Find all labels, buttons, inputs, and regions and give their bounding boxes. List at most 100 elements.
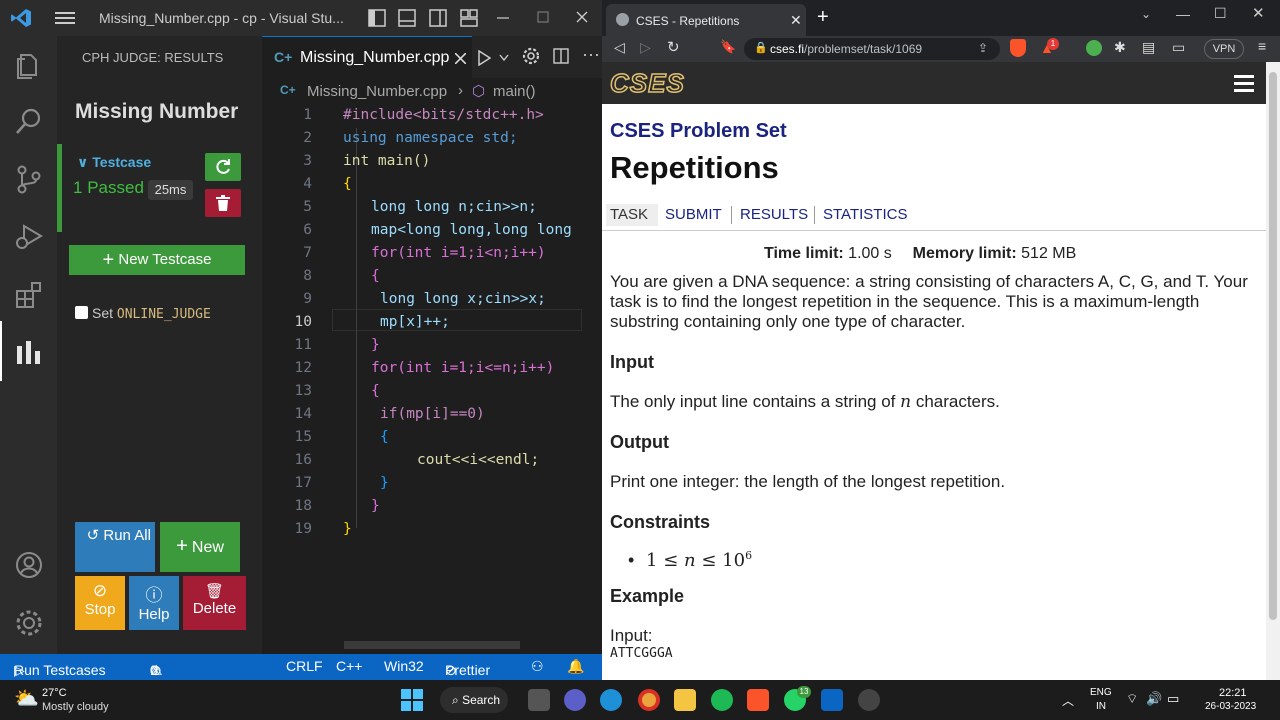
cpp-file-icon: C+ xyxy=(280,83,296,97)
chevron-down-icon[interactable] xyxy=(499,54,509,62)
reload-icon[interactable]: ↻ xyxy=(667,38,680,56)
problem-set-link[interactable]: CSES Problem Set xyxy=(610,120,787,143)
breadcrumb-symbol[interactable]: main() xyxy=(493,83,536,100)
new-testcase-button[interactable]: + New Testcase xyxy=(69,245,245,275)
tab-submit[interactable]: SUBMIT xyxy=(665,206,722,223)
obs-icon[interactable] xyxy=(858,689,880,711)
breadcrumb-file[interactable]: Missing_Number.cpp xyxy=(307,83,447,100)
browser-menu-icon[interactable]: ≡ xyxy=(1258,38,1266,54)
page-scrollbar[interactable] xyxy=(1266,62,1280,680)
cph-judge-icon[interactable] xyxy=(14,338,44,368)
browser-tab-cses[interactable]: CSES - Repetitions ✕ xyxy=(606,4,806,36)
extensions-icon[interactable] xyxy=(14,280,44,310)
constraint-lhs: 1 ≤ xyxy=(646,550,679,571)
new-tab-icon[interactable]: + xyxy=(817,6,829,29)
explorer-icon[interactable] xyxy=(14,50,44,80)
address-bar[interactable]: 🔒 cses.fi/problemset/task/1069 ⇪ xyxy=(744,38,1000,60)
menu-icon[interactable] xyxy=(55,11,75,25)
customize-layout-icon[interactable] xyxy=(460,9,478,27)
vscode-titlebar: Missing_Number.cpp - cp - Visual Stu... xyxy=(0,0,602,36)
accounts-icon[interactable] xyxy=(14,550,44,580)
tab-close-icon[interactable] xyxy=(455,53,466,64)
toggle-secondary-sidebar-icon[interactable] xyxy=(429,9,447,27)
plus-icon: + xyxy=(102,249,115,271)
windows-start-icon[interactable] xyxy=(401,689,423,711)
chrome-icon[interactable] xyxy=(638,689,660,711)
edge-icon[interactable] xyxy=(600,689,622,711)
share-icon[interactable]: ⇪ xyxy=(978,41,988,55)
testcase-toggle[interactable]: ∨ Testcase xyxy=(77,154,151,171)
weather-cloud-icon[interactable]: ⛅ xyxy=(14,686,39,711)
minimize-icon[interactable]: — xyxy=(1176,6,1190,22)
clock-time[interactable]: 22:21 xyxy=(1219,687,1247,699)
minimize-icon[interactable] xyxy=(497,12,509,24)
cses-logo[interactable]: CSES xyxy=(609,67,685,99)
source-control-icon[interactable] xyxy=(14,164,44,194)
url: cses.fi/problemset/task/1069 xyxy=(770,42,922,56)
toggle-panel-icon[interactable] xyxy=(398,9,416,27)
file-explorer-icon[interactable] xyxy=(674,689,696,711)
maximize-icon[interactable]: ☐ xyxy=(1214,5,1227,22)
vscode-taskbar-icon[interactable] xyxy=(821,689,843,711)
tab-results[interactable]: RESULTS xyxy=(740,206,808,223)
language-item[interactable]: C++ xyxy=(336,658,362,674)
stop-button[interactable]: ⊘ Stop xyxy=(75,576,125,630)
tab-search-icon[interactable]: ⌄ xyxy=(1141,7,1151,21)
gear-icon[interactable] xyxy=(522,47,540,65)
scrollbar-thumb[interactable] xyxy=(1269,72,1277,620)
wifi-icon[interactable]: ⌔ xyxy=(1126,691,1138,707)
split-editor-icon[interactable] xyxy=(553,48,569,64)
delete-button[interactable]: 🗑 Delete xyxy=(183,576,246,630)
line-number: 15 xyxy=(294,429,312,445)
run-debug-icon[interactable] xyxy=(14,221,44,251)
close-icon[interactable] xyxy=(576,11,588,23)
spotify-icon[interactable] xyxy=(711,689,733,711)
platform-item[interactable]: Win32 xyxy=(384,658,424,674)
task-view-icon[interactable] xyxy=(528,689,550,711)
brave-icon[interactable] xyxy=(747,689,769,711)
delete-testcase-button[interactable] xyxy=(205,189,241,217)
more-actions-icon[interactable]: ··· xyxy=(582,44,600,65)
brave-shields-icon[interactable] xyxy=(1010,39,1026,57)
extensions-puzzle-icon[interactable]: ✱ xyxy=(1114,39,1126,56)
lang-top[interactable]: ENG xyxy=(1090,687,1112,698)
horizontal-scrollbar[interactable] xyxy=(344,641,520,649)
close-icon[interactable]: ✕ xyxy=(1252,4,1265,22)
search-icon[interactable] xyxy=(14,106,44,136)
run-file-icon[interactable] xyxy=(477,50,491,66)
forward-icon[interactable]: ▷ xyxy=(640,39,651,56)
tab-task[interactable]: TASK xyxy=(610,206,648,223)
sidebar-icon[interactable]: ▤ xyxy=(1142,39,1155,56)
wallet-icon[interactable]: ▭ xyxy=(1172,39,1185,56)
maximize-icon[interactable] xyxy=(537,11,549,23)
constraint-item: • 1 ≤ n ≤ 106 xyxy=(628,549,752,571)
tab-statistics[interactable]: STATISTICS xyxy=(823,206,907,223)
hamburger-menu-icon[interactable] xyxy=(1234,74,1254,92)
help-button[interactable]: ⓘ Help xyxy=(129,576,179,630)
run-all-button[interactable]: ↺ Run All xyxy=(75,522,155,572)
code-line: map<long long,long long xyxy=(371,222,572,238)
bookmark-icon[interactable]: 🔖 xyxy=(720,39,736,55)
vpn-button[interactable]: VPN xyxy=(1204,39,1244,59)
code-editor[interactable]: 1 2 3 4 5 6 7 8 9 10 11 12 13 14 15 16 1… xyxy=(262,104,602,649)
battery-icon[interactable]: ▭ xyxy=(1167,691,1179,707)
eol-item[interactable]: CRLF xyxy=(286,658,323,674)
notifications-bell-icon[interactable]: 🔔 xyxy=(567,658,584,675)
new-button[interactable]: + New xyxy=(160,522,240,572)
toggle-sidebar-icon[interactable] xyxy=(368,9,386,27)
chevron-up-icon[interactable]: ︿ xyxy=(1062,692,1074,709)
taskbar-search[interactable]: ⌕ Search xyxy=(440,687,508,713)
feedback-icon[interactable]: ⚇ xyxy=(531,658,544,675)
online-judge-checkbox[interactable] xyxy=(75,306,88,319)
extension-green-icon[interactable] xyxy=(1086,40,1102,56)
new-label: New xyxy=(191,539,224,556)
back-icon[interactable]: ◁ xyxy=(614,39,625,56)
rerun-testcase-button[interactable] xyxy=(205,153,241,181)
settings-gear-icon[interactable] xyxy=(14,608,44,638)
chat-icon[interactable] xyxy=(564,689,586,711)
clock-date: 26-03-2023 xyxy=(1205,701,1257,712)
tab-missing-number[interactable]: C+ Missing_Number.cpp xyxy=(262,36,472,78)
tab-close-icon[interactable]: ✕ xyxy=(790,12,802,29)
volume-icon[interactable]: 🔊 xyxy=(1146,691,1162,707)
line-number: 5 xyxy=(303,199,312,215)
